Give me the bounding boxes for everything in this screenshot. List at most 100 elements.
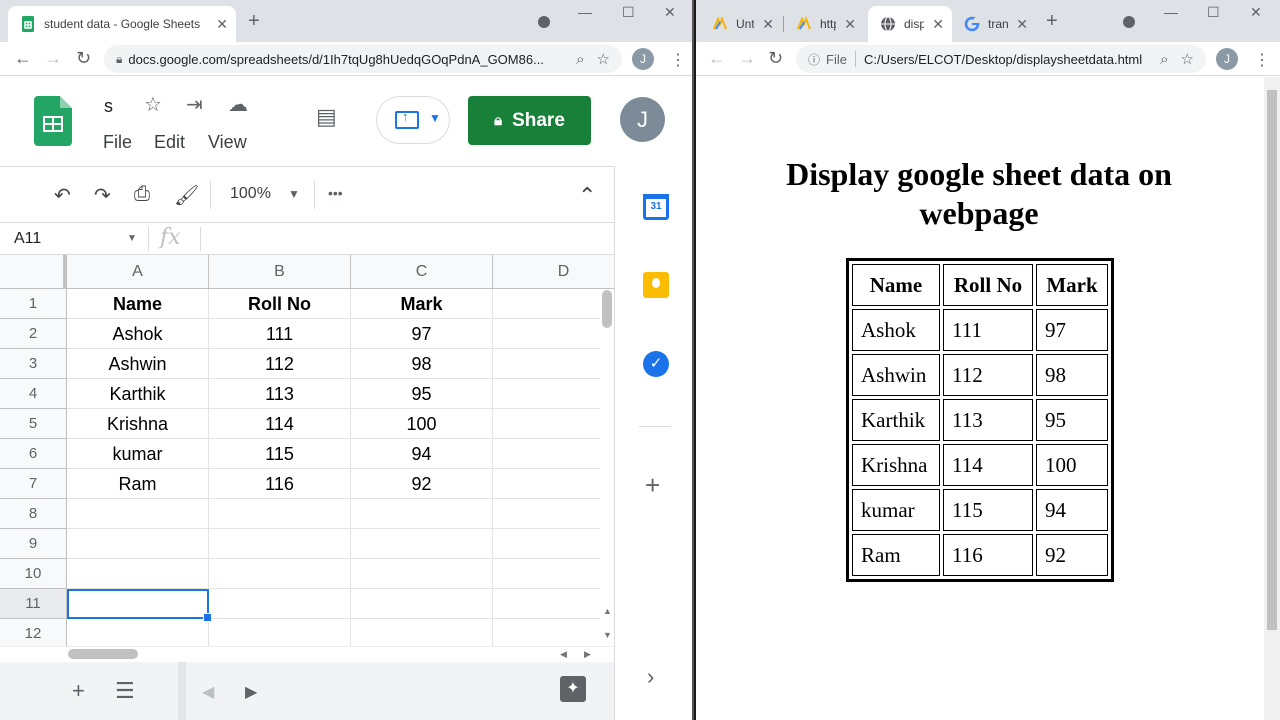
- redo-icon[interactable]: ↷: [94, 183, 111, 208]
- undo-icon[interactable]: ↶: [54, 183, 71, 208]
- close-window-icon[interactable]: ✕: [1250, 4, 1262, 21]
- vertical-scrollbar[interactable]: [600, 290, 614, 647]
- browser-menu-icon[interactable]: ⋮: [670, 50, 686, 70]
- profile-avatar[interactable]: J: [632, 48, 654, 70]
- paint-format-icon[interactable]: 🖌︎: [174, 183, 199, 208]
- grid-cell[interactable]: Krishna: [67, 409, 209, 439]
- bookmark-star-icon[interactable]: ☆: [597, 50, 610, 68]
- tab-translate[interactable]: tran ✕: [952, 6, 1036, 42]
- reload-icon[interactable]: ↻: [76, 48, 91, 69]
- profile-avatar[interactable]: J: [1216, 48, 1238, 70]
- grid-cell[interactable]: 115: [209, 439, 351, 469]
- column-header-c[interactable]: C: [351, 255, 493, 289]
- column-header-a[interactable]: A: [67, 255, 209, 289]
- info-icon[interactable]: ⓘ: [808, 51, 820, 68]
- sheets-logo-icon[interactable]: [34, 96, 72, 146]
- tab-http[interactable]: http: ✕: [784, 6, 864, 42]
- name-box[interactable]: A11: [14, 230, 41, 248]
- reload-icon[interactable]: ↻: [768, 48, 783, 69]
- grid-cell[interactable]: [209, 619, 351, 647]
- menu-edit[interactable]: Edit: [154, 132, 185, 153]
- row-header[interactable]: 6: [0, 439, 67, 469]
- grid-cell[interactable]: Mark: [351, 289, 493, 319]
- omnibox[interactable]: ⓘ File C:/Users/ELCOT/Desktop/displayshe…: [796, 45, 1206, 73]
- chevron-right-icon[interactable]: ›: [647, 664, 654, 690]
- menu-view[interactable]: View: [208, 132, 247, 153]
- grid-cell[interactable]: [351, 589, 493, 619]
- grid-cell[interactable]: [351, 529, 493, 559]
- row-header[interactable]: 8: [0, 499, 67, 529]
- scroll-up-arrow-icon[interactable]: ▲: [603, 606, 612, 616]
- forward-icon[interactable]: →: [738, 48, 756, 69]
- row-header[interactable]: 11: [0, 589, 67, 619]
- menu-file[interactable]: File: [103, 132, 132, 153]
- grid-cell[interactable]: Ram: [67, 469, 209, 499]
- grid-cell[interactable]: [67, 619, 209, 647]
- keep-icon[interactable]: [643, 272, 669, 298]
- tab-search-icon[interactable]: [1123, 16, 1135, 28]
- omnibox[interactable]: 🔒︎ docs.google.com/spreadsheets/d/1Ih7tq…: [104, 45, 622, 73]
- grid-cell[interactable]: [493, 499, 614, 529]
- row-header[interactable]: 7: [0, 469, 67, 499]
- grid-cell[interactable]: [209, 589, 351, 619]
- scroll-right-arrow-icon[interactable]: ▶: [584, 649, 591, 660]
- print-icon[interactable]: ⎙: [134, 183, 150, 206]
- close-window-icon[interactable]: ✕: [664, 4, 676, 21]
- grid-cell[interactable]: [493, 619, 614, 647]
- calendar-icon[interactable]: 31: [643, 194, 669, 220]
- grid-cell[interactable]: 114: [209, 409, 351, 439]
- maximize-icon[interactable]: ☐: [1207, 4, 1220, 21]
- grid-cell[interactable]: [493, 349, 614, 379]
- grid-cell[interactable]: 95: [351, 379, 493, 409]
- grid-cell[interactable]: [67, 559, 209, 589]
- account-avatar[interactable]: J: [620, 97, 665, 142]
- bookmark-star-icon[interactable]: ☆: [1181, 50, 1194, 68]
- grid-cell[interactable]: 97: [351, 319, 493, 349]
- grid-cell[interactable]: Roll No: [209, 289, 351, 319]
- row-header[interactable]: 1: [0, 289, 67, 319]
- scroll-sheets-left-icon[interactable]: ◀: [202, 682, 214, 702]
- close-tab-icon[interactable]: ✕: [216, 16, 228, 33]
- vertical-scroll-thumb[interactable]: [1267, 90, 1277, 630]
- cloud-status-icon[interactable]: ☁: [228, 92, 248, 117]
- move-folder-icon[interactable]: ⇥: [186, 92, 203, 117]
- grid-cell[interactable]: [493, 439, 614, 469]
- grid-cell[interactable]: Karthik: [67, 379, 209, 409]
- grid-cell[interactable]: 100: [351, 409, 493, 439]
- grid-cell[interactable]: 113: [209, 379, 351, 409]
- more-options-icon[interactable]: •••: [328, 185, 343, 201]
- collapse-toolbar-icon[interactable]: ⌃: [578, 183, 596, 209]
- row-header[interactable]: 5: [0, 409, 67, 439]
- grid-cell[interactable]: [493, 409, 614, 439]
- grid-cell[interactable]: [493, 319, 614, 349]
- tab-student-data[interactable]: student data - Google Sheets ✕: [8, 6, 236, 42]
- grid-cell[interactable]: [493, 469, 614, 499]
- new-tab-icon[interactable]: +: [1046, 10, 1058, 33]
- grid-cell[interactable]: [493, 289, 614, 319]
- present-button[interactable]: ▼: [376, 96, 450, 144]
- zoom-icon[interactable]: ⌕: [576, 51, 584, 68]
- row-header[interactable]: 4: [0, 379, 67, 409]
- row-header[interactable]: 2: [0, 319, 67, 349]
- grid-cell[interactable]: [351, 559, 493, 589]
- close-tab-icon[interactable]: ✕: [1016, 16, 1028, 33]
- tab-display[interactable]: displ ✕: [868, 6, 952, 42]
- tab-untitled[interactable]: Untit ✕: [700, 6, 782, 42]
- grid-cell[interactable]: 94: [351, 439, 493, 469]
- scroll-left-arrow-icon[interactable]: ◀: [560, 649, 567, 660]
- grid-cell[interactable]: 92: [351, 469, 493, 499]
- back-icon[interactable]: ←: [14, 48, 32, 69]
- zoom-select[interactable]: 100%: [230, 185, 271, 203]
- grid-cell[interactable]: [209, 559, 351, 589]
- vertical-scroll-thumb[interactable]: [602, 290, 612, 328]
- close-tab-icon[interactable]: ✕: [762, 16, 774, 33]
- grid-cell[interactable]: [351, 499, 493, 529]
- minimize-icon[interactable]: —: [1164, 4, 1178, 20]
- chevron-down-icon[interactable]: ▼: [127, 233, 137, 244]
- grid-cell[interactable]: [209, 499, 351, 529]
- row-header[interactable]: 3: [0, 349, 67, 379]
- tab-search-icon[interactable]: [538, 16, 550, 28]
- explore-icon[interactable]: ✦: [560, 676, 586, 702]
- grid-cell[interactable]: [493, 589, 614, 619]
- scroll-down-arrow-icon[interactable]: ▼: [603, 630, 612, 640]
